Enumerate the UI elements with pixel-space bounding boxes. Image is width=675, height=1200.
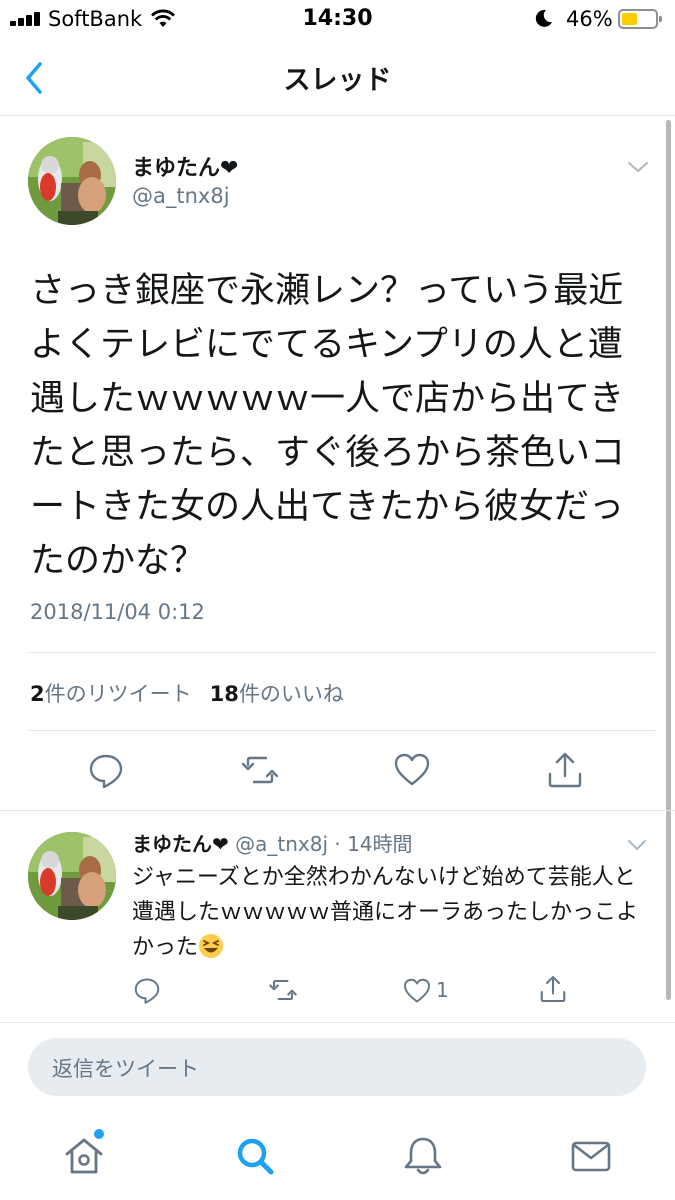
envelope-icon[interactable] — [569, 1134, 613, 1178]
retweet-icon[interactable] — [240, 750, 280, 790]
chevron-down-icon[interactable] — [626, 157, 650, 177]
reply-author-name: まゆたん❤ — [132, 832, 229, 856]
author-handle: @a_tnx8j — [132, 184, 230, 208]
navigation-bar: スレッド — [0, 40, 675, 116]
tweet-stats: 2件のリツイート 18件のいいね — [30, 678, 344, 708]
home-icon[interactable] — [62, 1134, 106, 1178]
section-separator — [0, 810, 675, 811]
avatar[interactable] — [28, 832, 116, 920]
avatar[interactable] — [28, 137, 116, 225]
search-icon[interactable] — [233, 1134, 277, 1178]
notification-dot — [94, 1129, 104, 1139]
heart-icon[interactable] — [402, 976, 432, 1006]
battery-icon — [618, 9, 662, 29]
reply-compose-input[interactable]: 返信をツイート — [28, 1038, 646, 1096]
tweet-text: さっき銀座で永瀬レン？っていう最近よくテレビにでてるキンプリの人と遭遇したｗｗｗ… — [30, 271, 626, 581]
scroll-indicator[interactable] — [666, 120, 671, 1000]
reply-icon[interactable] — [132, 975, 162, 1005]
section-separator — [0, 1022, 675, 1023]
reply-header: まゆたん❤ @a_tnx8j · 14時間 — [132, 828, 413, 857]
laughing-face-emoji-icon — [198, 933, 224, 959]
page-title: スレッド — [283, 65, 392, 96]
do-not-disturb-moon-icon — [534, 8, 554, 28]
author-name: まゆたん❤ — [132, 156, 239, 181]
chevron-down-icon[interactable] — [626, 836, 648, 854]
retweet-stat[interactable]: 2件のリツイート — [30, 682, 192, 706]
divider — [28, 730, 655, 731]
divider — [28, 652, 655, 653]
bell-icon[interactable] — [401, 1134, 445, 1178]
like-stat[interactable]: 18件のいいね — [210, 682, 344, 706]
share-icon[interactable] — [538, 974, 568, 1004]
battery-percentage: 46% — [566, 7, 613, 31]
reply-text: ジャニーズとか全然わかんないけど始めて芸能人と遭遇したｗｗｗｗｗ普通にオーラあっ… — [132, 865, 639, 960]
retweet-icon[interactable] — [267, 975, 299, 1005]
reply-like-count: 1 — [436, 978, 449, 1002]
tweet-timestamp: 2018/11/04 0:12 — [30, 600, 205, 624]
heart-icon[interactable] — [392, 750, 432, 790]
share-icon[interactable] — [545, 750, 585, 790]
status-bar: SoftBank 14:30 46% — [0, 0, 675, 40]
reply-handle-time: @a_tnx8j · 14時間 — [235, 832, 413, 856]
reply-icon[interactable] — [86, 750, 126, 790]
reply-placeholder: 返信をツイート — [52, 1057, 199, 1081]
